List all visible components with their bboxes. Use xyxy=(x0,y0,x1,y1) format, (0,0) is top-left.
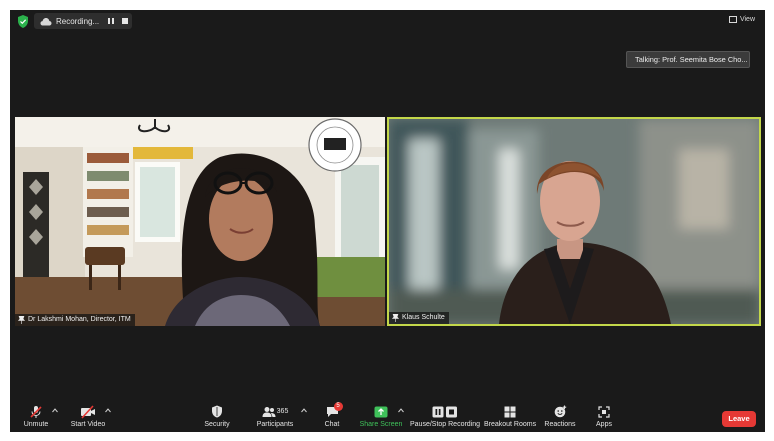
security-label: Security xyxy=(204,421,230,428)
meeting-toolbar: Unmute Start Video Security 365 Particip… xyxy=(10,402,765,432)
apps-label: Apps xyxy=(596,421,612,428)
participants-icon xyxy=(262,406,276,417)
participant-name-tag: Dr Lakshmi Mohan, Director, ITM xyxy=(15,314,135,326)
pause-stop-icon xyxy=(432,406,457,417)
unmute-button[interactable]: Unmute xyxy=(22,402,50,432)
participants-count: 365 xyxy=(276,408,289,415)
video-tile-klaus[interactable]: Klaus Schulte xyxy=(387,117,761,326)
zoom-app: Recording... View Talking: Prof. Seemita… xyxy=(0,0,774,441)
smiley-icon xyxy=(554,405,566,418)
pause-stop-recording-label: Pause/Stop Recording xyxy=(409,421,481,428)
share-screen-icon xyxy=(374,406,388,417)
video-tile-lakshmi[interactable]: Dr Lakshmi Mohan, Director, ITM xyxy=(15,117,385,326)
chat-button[interactable]: 5 Chat xyxy=(320,402,344,432)
breakout-rooms-button[interactable]: Breakout Rooms xyxy=(483,402,537,432)
recording-label: Recording... xyxy=(56,16,100,26)
start-video-button[interactable]: Start Video xyxy=(68,402,108,432)
shield-icon xyxy=(212,405,222,418)
chat-unread-badge: 5 xyxy=(333,402,343,411)
reactions-label: Reactions xyxy=(544,421,576,428)
leave-button[interactable]: Leave xyxy=(722,411,756,427)
participant-video xyxy=(15,117,385,326)
security-shield-icon[interactable] xyxy=(17,15,29,28)
chevron-up-icon[interactable] xyxy=(52,408,58,413)
talking-indicator: Talking: Prof. Seemita Bose Cho... xyxy=(626,51,750,68)
chevron-up-icon[interactable] xyxy=(398,408,404,413)
recording-indicator: Recording... xyxy=(34,13,132,29)
participant-name: Klaus Schulte xyxy=(402,314,445,321)
participant-name-tag: Klaus Schulte xyxy=(389,312,449,324)
cloud-recording-icon xyxy=(40,17,52,25)
stop-recording-icon[interactable] xyxy=(122,18,128,24)
breakout-rooms-icon xyxy=(504,406,516,417)
unmute-label: Unmute xyxy=(23,421,49,428)
pin-icon xyxy=(18,316,25,324)
pause-recording-icon[interactable] xyxy=(108,18,114,24)
apps-button[interactable]: Apps xyxy=(592,402,616,432)
participant-video xyxy=(389,119,759,324)
view-button[interactable]: View xyxy=(728,16,755,23)
chat-label: Chat xyxy=(324,421,340,428)
chevron-up-icon[interactable] xyxy=(105,408,111,413)
view-label: View xyxy=(739,16,755,23)
share-screen-label: Share Screen xyxy=(359,421,403,428)
pin-icon xyxy=(392,314,399,322)
breakout-rooms-label: Breakout Rooms xyxy=(483,421,537,428)
reactions-button[interactable]: Reactions xyxy=(543,402,577,432)
meeting-window: Recording... View Talking: Prof. Seemita… xyxy=(10,10,765,432)
video-camera-off-icon xyxy=(81,404,95,419)
grid-view-icon xyxy=(728,16,737,23)
security-button[interactable]: Security xyxy=(202,402,232,432)
pause-stop-recording-button[interactable]: Pause/Stop Recording xyxy=(410,402,480,432)
microphone-muted-icon xyxy=(30,405,42,418)
chevron-up-icon[interactable] xyxy=(301,408,307,413)
apps-icon xyxy=(598,405,610,418)
participants-label: Participants xyxy=(256,421,294,428)
share-screen-button[interactable]: Share Screen xyxy=(360,402,402,432)
participant-name: Dr Lakshmi Mohan, Director, ITM xyxy=(28,316,131,323)
participants-button[interactable]: 365 Participants xyxy=(254,402,296,432)
start-video-label: Start Video xyxy=(70,421,106,428)
